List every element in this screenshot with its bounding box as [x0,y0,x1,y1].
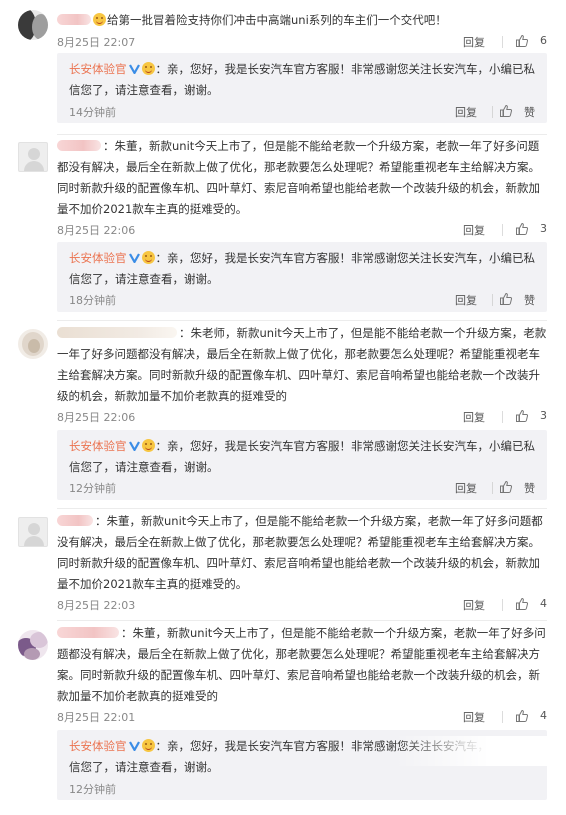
avatar[interactable] [18,10,48,40]
reply-button[interactable]: 回复 [455,292,477,308]
reply-meta: 14分钟前 回复 赞 [69,104,535,122]
commenter-name[interactable] [57,14,91,25]
reply-button[interactable]: 回复 [463,222,485,238]
comment-time: 8月25日 22:06 [57,224,136,237]
reply-meta: 18分钟前 回复 赞 [69,292,535,310]
like-button[interactable]: 赞 [524,480,535,496]
smile-emoji-icon [141,62,155,75]
like-count: 4 [540,709,547,722]
comment-time: 8月25日 22:01 [57,711,136,724]
reply-button[interactable]: 回复 [463,709,485,725]
comment-text: ：朱董，新款unit今天上市了，但是能不能给老款一个升级方案，老款一年了好多问题… [57,626,546,703]
comment-meta: 8月25日 22:01 回复 4 [57,708,547,726]
thumbs-up-icon[interactable] [515,222,529,236]
reply-meta: 12分钟前 [69,781,535,799]
divider [502,411,503,423]
like-button[interactable]: 赞 [524,104,535,120]
reply-time: 12分钟前 [69,783,116,796]
reply-meta: 12分钟前 回复 赞 [69,480,535,498]
replier-name[interactable]: 长安体验官 [69,739,127,753]
verified-v-icon [128,253,140,263]
smile-emoji-icon [93,13,106,26]
reply-button[interactable]: 回复 [455,480,477,496]
thumbs-up-icon[interactable] [515,409,529,423]
like-count: 6 [540,34,547,47]
replier-name[interactable]: 长安体验官 [69,439,127,453]
smile-emoji-icon [141,739,155,752]
divider [492,106,493,118]
divider [492,482,493,494]
comment-text: ：朱老师，新款unit今天上市了，但是能不能给老款一个升级方案，老款一年了好多问… [57,326,547,403]
thumbs-up-icon[interactable] [515,709,529,723]
divider [502,224,503,236]
divider [502,36,503,48]
like-button[interactable]: 赞 [524,292,535,308]
reply-box: 长安体验官 ：亲，您好，我是长安汽车官方客服！非常感谢您关注长安汽车，小编已私信您… [57,53,547,123]
thumbs-up-icon[interactable] [515,34,529,48]
fade-overlay [395,736,566,766]
verified-v-icon [128,64,140,74]
like-count: 4 [540,597,547,610]
divider [57,620,547,621]
divider [502,599,503,611]
comment-meta: 8月25日 22:06 回复 3 [57,221,547,239]
reply-text: 长安体验官 ：亲，您好，我是长安汽车官方客服！非常感谢您关注长安汽车，小编已私信您… [69,62,535,97]
comment-meta: 8月25日 22:06 回复 3 [57,408,547,426]
divider [57,320,547,321]
divider [57,508,547,509]
smile-emoji-icon [141,439,155,452]
reply-text: 长安体验官 ：亲，您好，我是长安汽车官方客服！非常感谢您关注长安汽车，小编已私信您… [69,251,535,286]
reply-button[interactable]: 回复 [463,34,485,50]
thumbs-up-icon[interactable] [499,480,513,494]
commenter-name[interactable] [57,627,119,638]
avatar[interactable] [18,329,48,359]
reply-time: 12分钟前 [69,482,116,495]
divider [502,711,503,723]
like-count: 3 [540,409,547,422]
thumbs-up-icon[interactable] [515,597,529,611]
reply-button[interactable]: 回复 [463,597,485,613]
comment-thread: 给第一批冒着险支持你们冲击中高端uni系列的车主们一个交代吧！ 8月25日 22… [0,0,566,815]
divider [57,134,547,135]
avatar[interactable] [18,630,48,660]
reply-time: 14分钟前 [69,106,116,119]
comment-meta: 8月25日 22:07 回复 6 [57,33,547,51]
comment-time: 8月25日 22:06 [57,411,136,424]
commenter-name[interactable] [57,140,101,151]
comment-time: 8月25日 22:03 [57,599,136,612]
commenter-name[interactable] [57,327,177,338]
reply-box: 长安体验官 ：亲，您好，我是长安汽车官方客服！非常感谢您关注长安汽车，小编已私信您… [57,242,547,312]
smile-emoji-icon [141,251,155,264]
comment-text: 给第一批冒着险支持你们冲击中高端uni系列的车主们一个交代吧！ [57,10,547,31]
verified-v-icon [128,741,140,751]
comment-text: ：朱董，新款unit今天上市了，但是能不能给老款一个升级方案，老款一年了好多问题… [57,514,543,591]
avatar[interactable] [18,517,48,547]
verified-v-icon [128,441,140,451]
reply-button[interactable]: 回复 [463,409,485,425]
comment-text: ：朱董，新款unit今天上市了，但是能不能给老款一个升级方案，老款一年了好多问题… [57,139,540,216]
reply-time: 18分钟前 [69,294,116,307]
commenter-name[interactable] [57,515,93,526]
reply-text: 长安体验官 ：亲，您好，我是长安汽车官方客服！非常感谢您关注长安汽车，小编已私信您… [69,439,535,474]
divider [492,294,493,306]
like-count: 3 [540,222,547,235]
reply-button[interactable]: 回复 [455,104,477,120]
replier-name[interactable]: 长安体验官 [69,251,127,265]
comment-meta: 8月25日 22:03 回复 4 [57,596,547,614]
replier-name[interactable]: 长安体验官 [69,62,127,76]
avatar[interactable] [18,142,48,172]
reply-box: 长安体验官 ：亲，您好，我是长安汽车官方客服！非常感谢您关注长安汽车，小编已私信您… [57,430,547,500]
thumbs-up-icon[interactable] [499,292,513,306]
thumbs-up-icon[interactable] [499,104,513,118]
comment-time: 8月25日 22:07 [57,36,136,49]
